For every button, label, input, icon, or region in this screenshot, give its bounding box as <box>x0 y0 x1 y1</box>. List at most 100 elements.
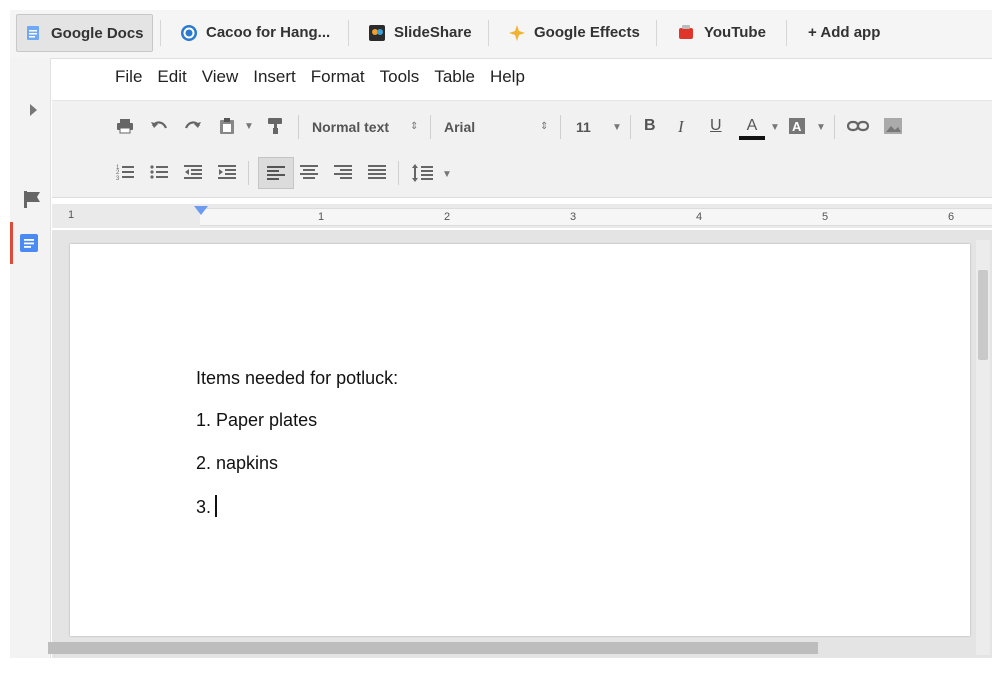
paint-format-icon[interactable] <box>264 115 286 137</box>
font-size-select[interactable]: 11 <box>576 119 591 135</box>
chevron-down-icon[interactable]: ▼ <box>770 122 780 133</box>
divider <box>560 115 561 139</box>
document-page[interactable] <box>70 244 970 636</box>
font-size-value: 11 <box>576 119 591 135</box>
doc-line-title[interactable]: Items needed for potluck: <box>196 368 398 389</box>
divider <box>348 20 349 46</box>
docs-icon <box>25 25 41 41</box>
updown-arrows-icon[interactable]: ⇕ <box>410 121 418 132</box>
flag-icon[interactable] <box>22 188 44 210</box>
divider <box>430 115 431 139</box>
document-canvas <box>52 230 992 658</box>
app-tab-label: YouTube <box>704 23 766 41</box>
app-tab-label: Google Docs <box>51 24 144 42</box>
vertical-scrollbar[interactable] <box>976 240 990 655</box>
bulleted-list-icon[interactable] <box>148 161 170 183</box>
style-select[interactable]: Normal text <box>312 119 389 135</box>
paste-icon[interactable] <box>216 115 238 137</box>
divider <box>248 161 249 185</box>
cacoo-icon <box>180 24 197 41</box>
menu-view[interactable]: View <box>197 62 249 92</box>
app-bar: Google Docs Cacoo for Hang... SlideShare… <box>10 10 992 59</box>
undo-icon[interactable] <box>148 115 170 137</box>
text-color-letter: A <box>746 116 758 134</box>
docs-panel-icon[interactable] <box>19 233 41 255</box>
ruler-label: 2 <box>444 211 451 223</box>
doc-line-item-2[interactable]: 2. napkins <box>196 453 278 474</box>
bold-button[interactable]: B <box>644 117 656 135</box>
indent-marker-icon[interactable] <box>194 206 208 215</box>
app-tab-label: Cacoo for Hang... <box>206 23 331 41</box>
horizontal-scrollbar[interactable] <box>48 642 818 654</box>
app-tab-label: Google Effects <box>534 23 640 41</box>
print-icon[interactable] <box>114 115 136 137</box>
align-right-icon[interactable] <box>332 161 354 183</box>
youtube-icon <box>678 24 694 40</box>
slideshare-icon <box>368 24 385 41</box>
sparkle-icon <box>508 24 525 41</box>
divider <box>398 161 399 185</box>
menu-tools[interactable]: Tools <box>375 62 430 92</box>
app-tab-slideshare[interactable]: SlideShare <box>368 14 472 50</box>
chevron-down-icon[interactable]: ▼ <box>442 169 452 180</box>
align-left-icon <box>267 166 285 180</box>
underline-button[interactable]: U <box>710 117 722 135</box>
ruler-label: 1 <box>318 211 325 223</box>
ruler-label: 3 <box>570 211 577 223</box>
updown-arrows-icon[interactable]: ⇕ <box>540 121 548 132</box>
active-indicator <box>10 222 13 264</box>
ruler-label: 1 <box>68 209 75 221</box>
chevron-down-icon[interactable]: ▼ <box>244 121 254 132</box>
ruler: 1 1 2 3 4 5 6 <box>52 204 992 228</box>
chevron-down-icon[interactable]: ▼ <box>612 122 622 133</box>
divider <box>488 20 489 46</box>
doc-line-item-1[interactable]: 1. Paper plates <box>196 410 317 431</box>
app-tab-google-effects[interactable]: Google Effects <box>508 14 640 50</box>
style-select-value: Normal text <box>312 119 390 135</box>
menu-bar: File Edit View Insert Format Tools Table… <box>110 62 535 92</box>
text-color-swatch <box>739 135 765 140</box>
divider <box>786 20 787 46</box>
toolbar: ▼ Normal text ⇕ Arial ⇕ 11 ▼ B I U A ▼ A… <box>52 100 992 198</box>
add-app-button[interactable]: + Add app <box>808 14 880 50</box>
menu-file[interactable]: File <box>110 62 152 92</box>
justify-icon[interactable] <box>366 161 388 183</box>
link-icon[interactable] <box>846 115 870 137</box>
divider <box>160 20 161 46</box>
menu-help[interactable]: Help <box>485 62 535 92</box>
redo-icon[interactable] <box>182 115 204 137</box>
divider <box>656 20 657 46</box>
text-color-button[interactable]: A <box>738 113 766 143</box>
menu-table[interactable]: Table <box>429 62 485 92</box>
app-tab-cacoo[interactable]: Cacoo for Hang... <box>180 14 330 50</box>
divider <box>298 115 299 139</box>
ruler-track: 1 2 3 4 5 6 <box>200 208 992 226</box>
align-left-button[interactable] <box>258 157 294 189</box>
ruler-label: 6 <box>948 211 955 223</box>
numbered-list-icon[interactable]: 123 <box>114 161 136 183</box>
decrease-indent-icon[interactable] <box>182 161 204 183</box>
side-rail <box>10 58 51 658</box>
image-icon[interactable] <box>882 115 904 137</box>
doc-line-item-3[interactable]: 3. <box>196 495 218 518</box>
expand-arrow-icon[interactable] <box>30 104 37 116</box>
doc-line-item-3-text: 3. <box>196 497 212 517</box>
scroll-thumb[interactable] <box>978 270 988 360</box>
ruler-label: 4 <box>696 211 703 223</box>
menu-edit[interactable]: Edit <box>152 62 196 92</box>
chevron-down-icon[interactable]: ▼ <box>816 122 826 133</box>
menu-format[interactable]: Format <box>306 62 375 92</box>
increase-indent-icon[interactable] <box>216 161 238 183</box>
svg-text:A: A <box>792 119 802 134</box>
app-tab-google-docs[interactable]: Google Docs <box>16 14 153 52</box>
app-tab-youtube[interactable]: YouTube <box>678 14 766 50</box>
menu-insert[interactable]: Insert <box>248 62 306 92</box>
font-select[interactable]: Arial <box>444 119 475 135</box>
italic-button[interactable]: I <box>678 117 684 137</box>
highlight-color-icon[interactable]: A <box>786 115 808 137</box>
ruler-label: 5 <box>822 211 829 223</box>
svg-text:3: 3 <box>116 176 120 181</box>
align-center-icon[interactable] <box>298 161 320 183</box>
text-cursor <box>215 495 218 517</box>
line-spacing-icon[interactable] <box>410 161 434 185</box>
